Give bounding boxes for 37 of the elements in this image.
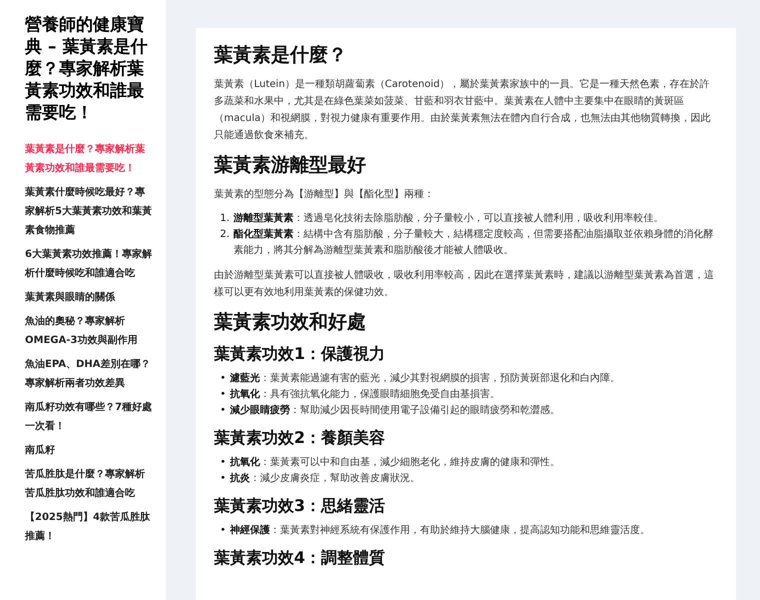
paragraph: 由於游離型葉黃素可以直接被人體吸收，吸收利用率較高，因此在選擇葉黃素時，建議以游離型葉黃素為首選，這樣可以更有效地利用葉黃素的保健功效。 xyxy=(214,268,715,300)
bullet: • xyxy=(220,456,226,470)
sidebar-link[interactable]: 6大葉黃素功效推薦！專家解析什麼時候吃和誰適合吃 xyxy=(25,245,154,283)
sidebar-link[interactable]: 葉黃素什麼時候吃最好？專家解析5大葉黃素功效和葉黃素食物推薦 xyxy=(25,183,154,240)
list-item: 酯化型葉黃素：結構中含有脂肪酸，分子量較大，結構穩定度較高，但需要搭配油脂攝取並依賴身體的消化酵素能力，將其分解為游離型葉黃素和脂肪酸後才能被人體吸收。 xyxy=(234,228,715,258)
site-title: 營養師的健康寶典 – 葉黃素是什麼？專家解析葉黃素功效和誰最需要吃！ xyxy=(25,14,148,124)
section-heading: 葉黃素是什麼？ xyxy=(214,43,348,68)
list-item: 抗炎：減少皮膚炎症，幫助改善皮膚狀況。 xyxy=(230,472,420,486)
bullet: • xyxy=(220,372,226,386)
sidebar-link[interactable]: 魚油EPA、DHA差別在哪？專家解析兩者功效差異 xyxy=(25,355,154,393)
subsection-heading: 葉黃素功效1：保護視力 xyxy=(214,343,386,365)
sidebar-link[interactable]: 葉黃素是什麼？專家解析葉黃素功效和誰最需要吃！ xyxy=(25,140,154,178)
list-item: 抗氧化：具有強抗氧化能力，保護眼睛細胞免受自由基損害。 xyxy=(230,388,500,402)
paragraph: 葉黃素的型態分為【游離型】與【酯化型】兩種： xyxy=(214,188,435,202)
list-item: 濾藍光：葉黃素能過濾有害的藍光，減少其對視網膜的損害，預防黃斑部退化和白內障。 xyxy=(230,372,620,386)
list-item: 神經保護：葉黃素對神經系統有保護作用，有助於維持大腦健康，提高認知功能和思維靈活度。 xyxy=(230,524,650,538)
list-item: 抗氧化：葉黃素可以中和自由基，減少細胞老化，維持皮膚的健康和彈性。 xyxy=(230,456,560,470)
subsection-heading: 葉黃素功效3：思緒靈活 xyxy=(214,495,386,517)
subsection-heading: 葉黃素功效2：養顏美容 xyxy=(214,427,386,449)
bullet: • xyxy=(220,388,226,402)
list-item: 游離型葉黃素：透過皂化技術去除脂肪酸，分子量較小，可以直接被人體利用，吸收利用率較佳。 xyxy=(234,212,664,226)
sidebar-link[interactable]: 南瓜籽 xyxy=(25,441,154,460)
list-number: 1. xyxy=(220,212,230,226)
sidebar-link[interactable]: 苦瓜胜肽是什麼？專家解析苦瓜胜肽功效和誰適合吃 xyxy=(25,465,154,503)
bullet: • xyxy=(220,472,226,486)
paragraph: 葉黃素（Lutein）是一種類胡蘿蔔素（Carotenoid），屬於葉黃素家族中的一員。它是一種天然色素，存在於許多蔬菜和水果中，尤其是在綠色葉菜如菠菜、甘藍和羽衣甘藍中。葉黃素在人體中主要集中在眼睛的黃斑區（macula）和視網膜，對視力健康有重要作用。由於葉黃素無法在體內自行合成，也無法由其他物質轉換，因此只能通過飲食來補充。 xyxy=(214,78,712,143)
section-heading: 葉黃素功效和好處 xyxy=(214,310,367,335)
list-number: 2. xyxy=(220,228,230,242)
bullet: • xyxy=(220,404,226,418)
section-heading: 葉黃素游離型最好 xyxy=(214,153,367,178)
subsection-heading: 葉黃素功效4：調整體質 xyxy=(214,547,386,569)
sidebar-link[interactable]: 魚油的奧秘？專家解析OMEGA-3功效與副作用 xyxy=(25,312,154,350)
bullet: • xyxy=(220,524,226,538)
sidebar-link[interactable]: 葉黃素與眼睛的關係 xyxy=(25,288,154,307)
list-item: 減少眼睛疲勞：幫助減少因長時間使用電子設備引起的眼睛疲勞和乾澀感。 xyxy=(230,404,560,418)
sidebar-link[interactable]: 【2025熱門】4款苦瓜胜肽推薦！ xyxy=(25,508,154,546)
sidebar-link[interactable]: 南瓜籽功效有哪些？7種好處一次看！ xyxy=(25,398,154,436)
